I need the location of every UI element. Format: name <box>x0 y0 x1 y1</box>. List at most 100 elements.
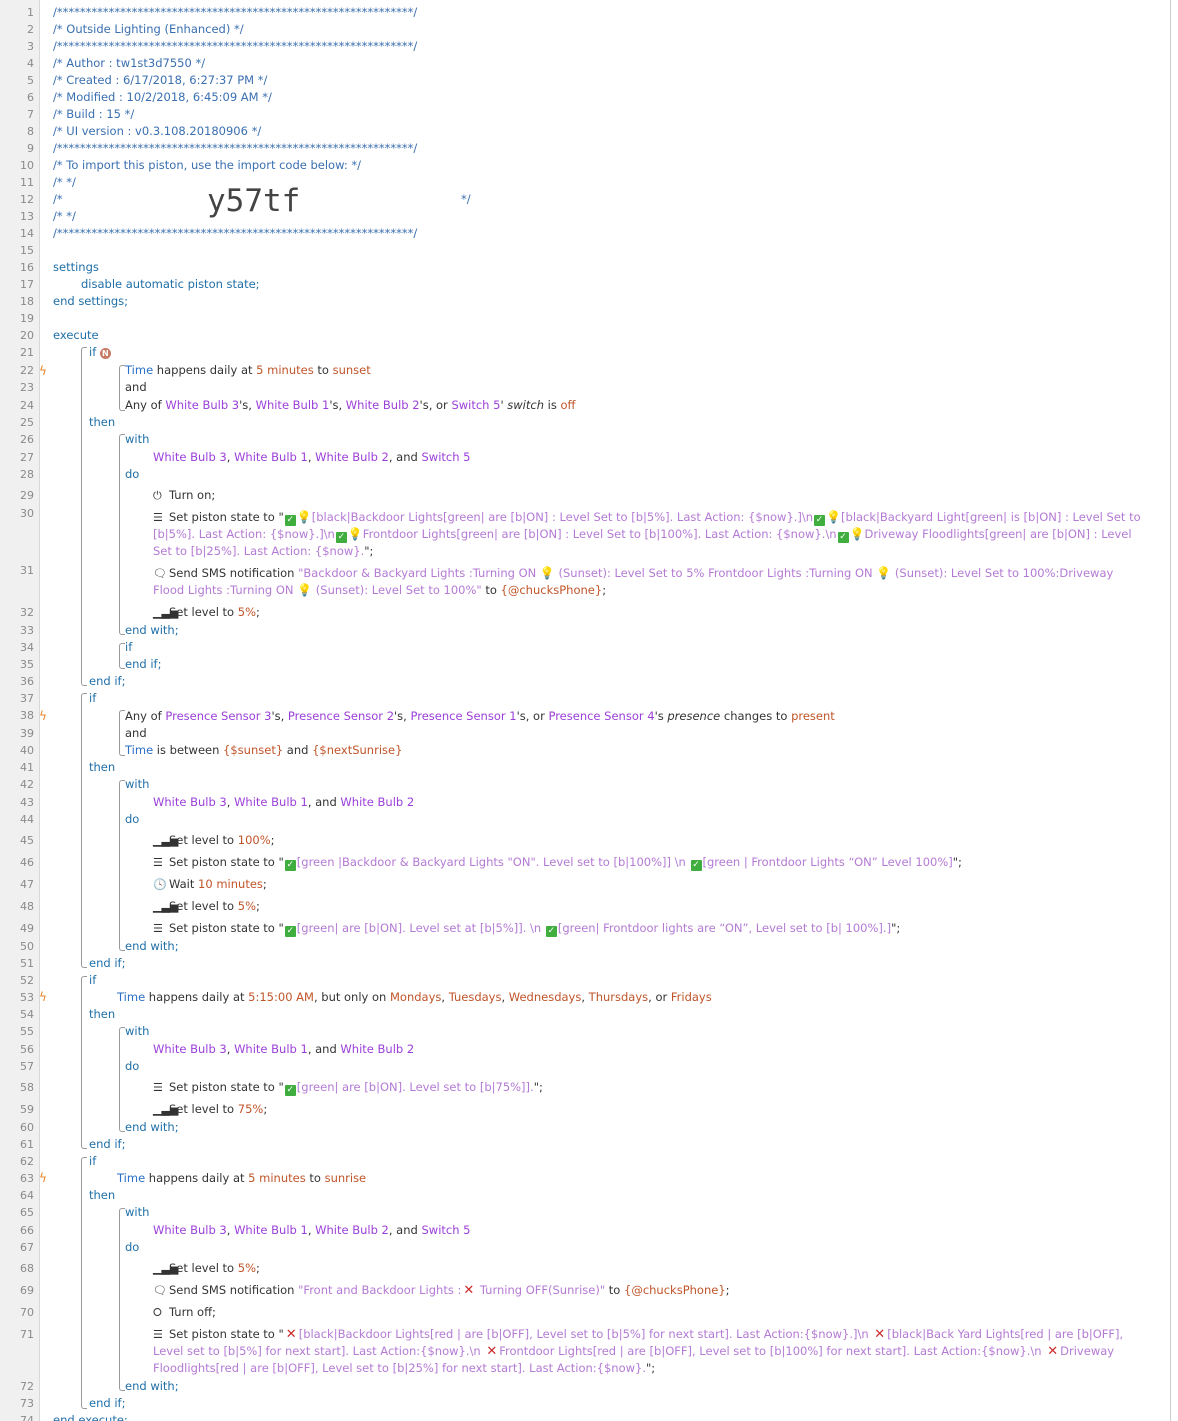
line-number: 39 <box>20 727 34 740</box>
end-settings-keyword[interactable]: end settings; <box>53 293 1144 310</box>
do-keyword[interactable]: do <box>125 811 1144 828</box>
with-keyword[interactable]: with <box>125 776 1144 793</box>
state-expression: Frontdoor Lights[green| are [b|ON] : Lev… <box>362 527 837 541</box>
sms-message: Turning OFF(Sunrise)" <box>476 1283 606 1297</box>
setting-disable-state[interactable]: disable automatic piston state; <box>81 276 1144 293</box>
do-keyword[interactable]: do <box>125 1058 1144 1075</box>
with-device-list[interactable]: White Bulb 3, White Bulb 1, White Bulb 2… <box>153 1222 1144 1239</box>
state-expression: [green| Frontdoor lights are “ON”, Level… <box>557 921 892 935</box>
task-send-sms[interactable]: 🗨 Send SMS notification "Backdoor & Backy… <box>153 565 1144 599</box>
end-with-keyword[interactable]: end with; <box>125 622 1144 639</box>
with-device-list[interactable]: White Bulb 3, White Bulb 1, and White Bu… <box>153 794 1144 811</box>
end-with-keyword[interactable]: end with; <box>125 1378 1144 1395</box>
line-number: 57 <box>20 1060 34 1073</box>
end-with-keyword[interactable]: end with; <box>125 938 1144 955</box>
task-set-piston-state[interactable]: ☰ Set piston state to " ✓ 💡[black|Backdoor … <box>153 509 1144 560</box>
if-keyword[interactable]: if <box>125 639 1144 656</box>
condition-switch-off[interactable]: Any of White Bulb 3's, White Bulb 1's, W… <box>125 397 1144 414</box>
separator: , and <box>307 1042 341 1056</box>
message-icon: 🗨 <box>153 567 167 580</box>
condition-time-between[interactable]: Time is between {$sunset} and {$nextSunr… <box>125 742 1144 759</box>
end-execute-keyword[interactable]: end execute; <box>53 1412 1144 1421</box>
with-keyword[interactable]: with <box>125 1023 1144 1040</box>
task-set-level[interactable]: ▁▃▅Set level to 5%; <box>153 898 1144 915</box>
and-operator[interactable]: and <box>125 379 1144 396</box>
if-keyword[interactable]: if <box>89 972 1144 989</box>
end-with-keyword[interactable]: end with; <box>125 1119 1144 1136</box>
do-keyword[interactable]: do <box>125 1239 1144 1256</box>
condition-value: 5 <box>248 1171 256 1185</box>
if-keyword[interactable]: if <box>89 690 1144 707</box>
if-block-bracket <box>81 976 87 1149</box>
new-badge: N <box>99 348 111 359</box>
separator: , <box>226 1042 235 1056</box>
task-set-piston-state[interactable]: ☰ Set piston state to " ✓ [green| are [b|ON… <box>153 920 1144 937</box>
and-operator[interactable]: and <box>125 725 1144 742</box>
condition-value: Thursdays <box>588 990 649 1004</box>
task-set-level[interactable]: ▁▃▅Set level to 5%; <box>153 1260 1144 1277</box>
then-keyword[interactable]: then <box>89 414 1144 431</box>
lines-icon: ☰ <box>153 856 163 869</box>
line-number: 35 <box>20 658 34 671</box>
line-number: 8 <box>27 125 34 138</box>
line-number: 51 <box>20 957 34 970</box>
with-device-list[interactable]: White Bulb 3, White Bulb 1, and White Bu… <box>153 1041 1144 1058</box>
task-set-piston-state[interactable]: ☰ Set piston state to " ✓ [green |Backdoor … <box>153 854 1144 871</box>
task-set-piston-state[interactable]: ☰ Set piston state to " ✓ [green| are [b|ON… <box>153 1079 1144 1096</box>
condition-text: happens daily at <box>145 990 249 1004</box>
line-number: 27 <box>20 451 34 464</box>
condition-time-weekdays[interactable]: Time happens daily at 5:15:00 AM, but on… <box>117 989 1144 1006</box>
condition-time-sunrise[interactable]: Time happens daily at 5 minutes to sunri… <box>117 1170 1144 1187</box>
execute-keyword[interactable]: execute <box>53 327 1144 344</box>
settings-keyword[interactable]: settings <box>53 259 1144 276</box>
line-number: 65 <box>20 1206 34 1219</box>
task-text: Wait <box>169 877 199 891</box>
task-set-level[interactable]: ▁▃▅Set level to 75%; <box>153 1101 1144 1118</box>
task-text: to <box>481 583 501 597</box>
do-keyword[interactable]: do <box>125 466 1144 483</box>
bulb-icon: 💡 <box>876 566 892 580</box>
device-name: White Bulb 2 <box>315 450 389 464</box>
if-statement[interactable]: if N <box>89 344 1144 361</box>
task-turn-off[interactable]: ⭘ Turn off; <box>153 1304 1144 1321</box>
line-number: 15 <box>20 244 34 257</box>
with-device-list[interactable]: White Bulb 3, White Bulb 1, White Bulb 2… <box>153 449 1144 466</box>
with-keyword[interactable]: with <box>125 431 1144 448</box>
then-keyword[interactable]: then <box>89 1187 1144 1204</box>
line-number: 74 <box>20 1414 34 1421</box>
condition-time-sunset[interactable]: Time happens daily at 5 minutes to sunse… <box>125 362 1144 379</box>
task-set-level[interactable]: ▁▃▅Set level to 5%; <box>153 604 1144 621</box>
line-number: 13 <box>20 210 34 223</box>
then-keyword[interactable]: then <box>89 1006 1144 1023</box>
condition-text: 's, <box>329 398 346 412</box>
line-number: 37 <box>20 692 34 705</box>
end-if-keyword[interactable]: end if; <box>89 1395 1144 1412</box>
code-editor[interactable]: 1 2 3 4 5 6 7 8 9 10 11 12 13 14 15 16 17 18 19 20 21 22 23 24 2… <box>0 0 1171 1421</box>
end-if-keyword[interactable]: end if; <box>89 955 1144 972</box>
task-text: Set piston state to " <box>169 510 284 524</box>
if-keyword[interactable]: if <box>89 1153 1144 1170</box>
task-set-piston-state[interactable]: ☰ Set piston state to " ✕ [black|Backdoor L… <box>153 1326 1144 1377</box>
task-text: Set level to <box>169 1102 238 1116</box>
end-if-keyword[interactable]: end if; <box>125 656 1144 673</box>
task-text: Set piston state to " <box>169 921 284 935</box>
line-number: 68 <box>20 1262 34 1275</box>
line-number: 20 <box>20 329 34 342</box>
task-wait[interactable]: 🕓 Wait 10 minutes; <box>153 876 1144 893</box>
line-number: 48 <box>20 900 34 913</box>
task-send-sms[interactable]: 🗨 Send SMS notification "Front and Backdo… <box>153 1282 1144 1299</box>
cross-icon: ✕ <box>285 1327 297 1342</box>
line-number: 29 <box>20 489 34 502</box>
device-name: White Bulb 1 <box>234 795 308 809</box>
with-keyword[interactable]: with <box>125 1204 1144 1221</box>
task-text: Turn off; <box>169 1305 216 1319</box>
end-if-keyword[interactable]: end if; <box>89 1136 1144 1153</box>
condition-presence[interactable]: Any of Presence Sensor 3's, Presence Sen… <box>125 708 1144 725</box>
task-set-level[interactable]: ▁▃▅Set level to 100%; <box>153 832 1144 849</box>
task-turn-on[interactable]: ⏻ Turn on; <box>153 487 1144 504</box>
end-if-keyword[interactable]: end if; <box>89 673 1144 690</box>
device-name: White Bulb 3 <box>153 1042 227 1056</box>
condition-value: off <box>560 398 576 412</box>
check-icon: ✓ <box>814 515 826 526</box>
then-keyword[interactable]: then <box>89 759 1144 776</box>
